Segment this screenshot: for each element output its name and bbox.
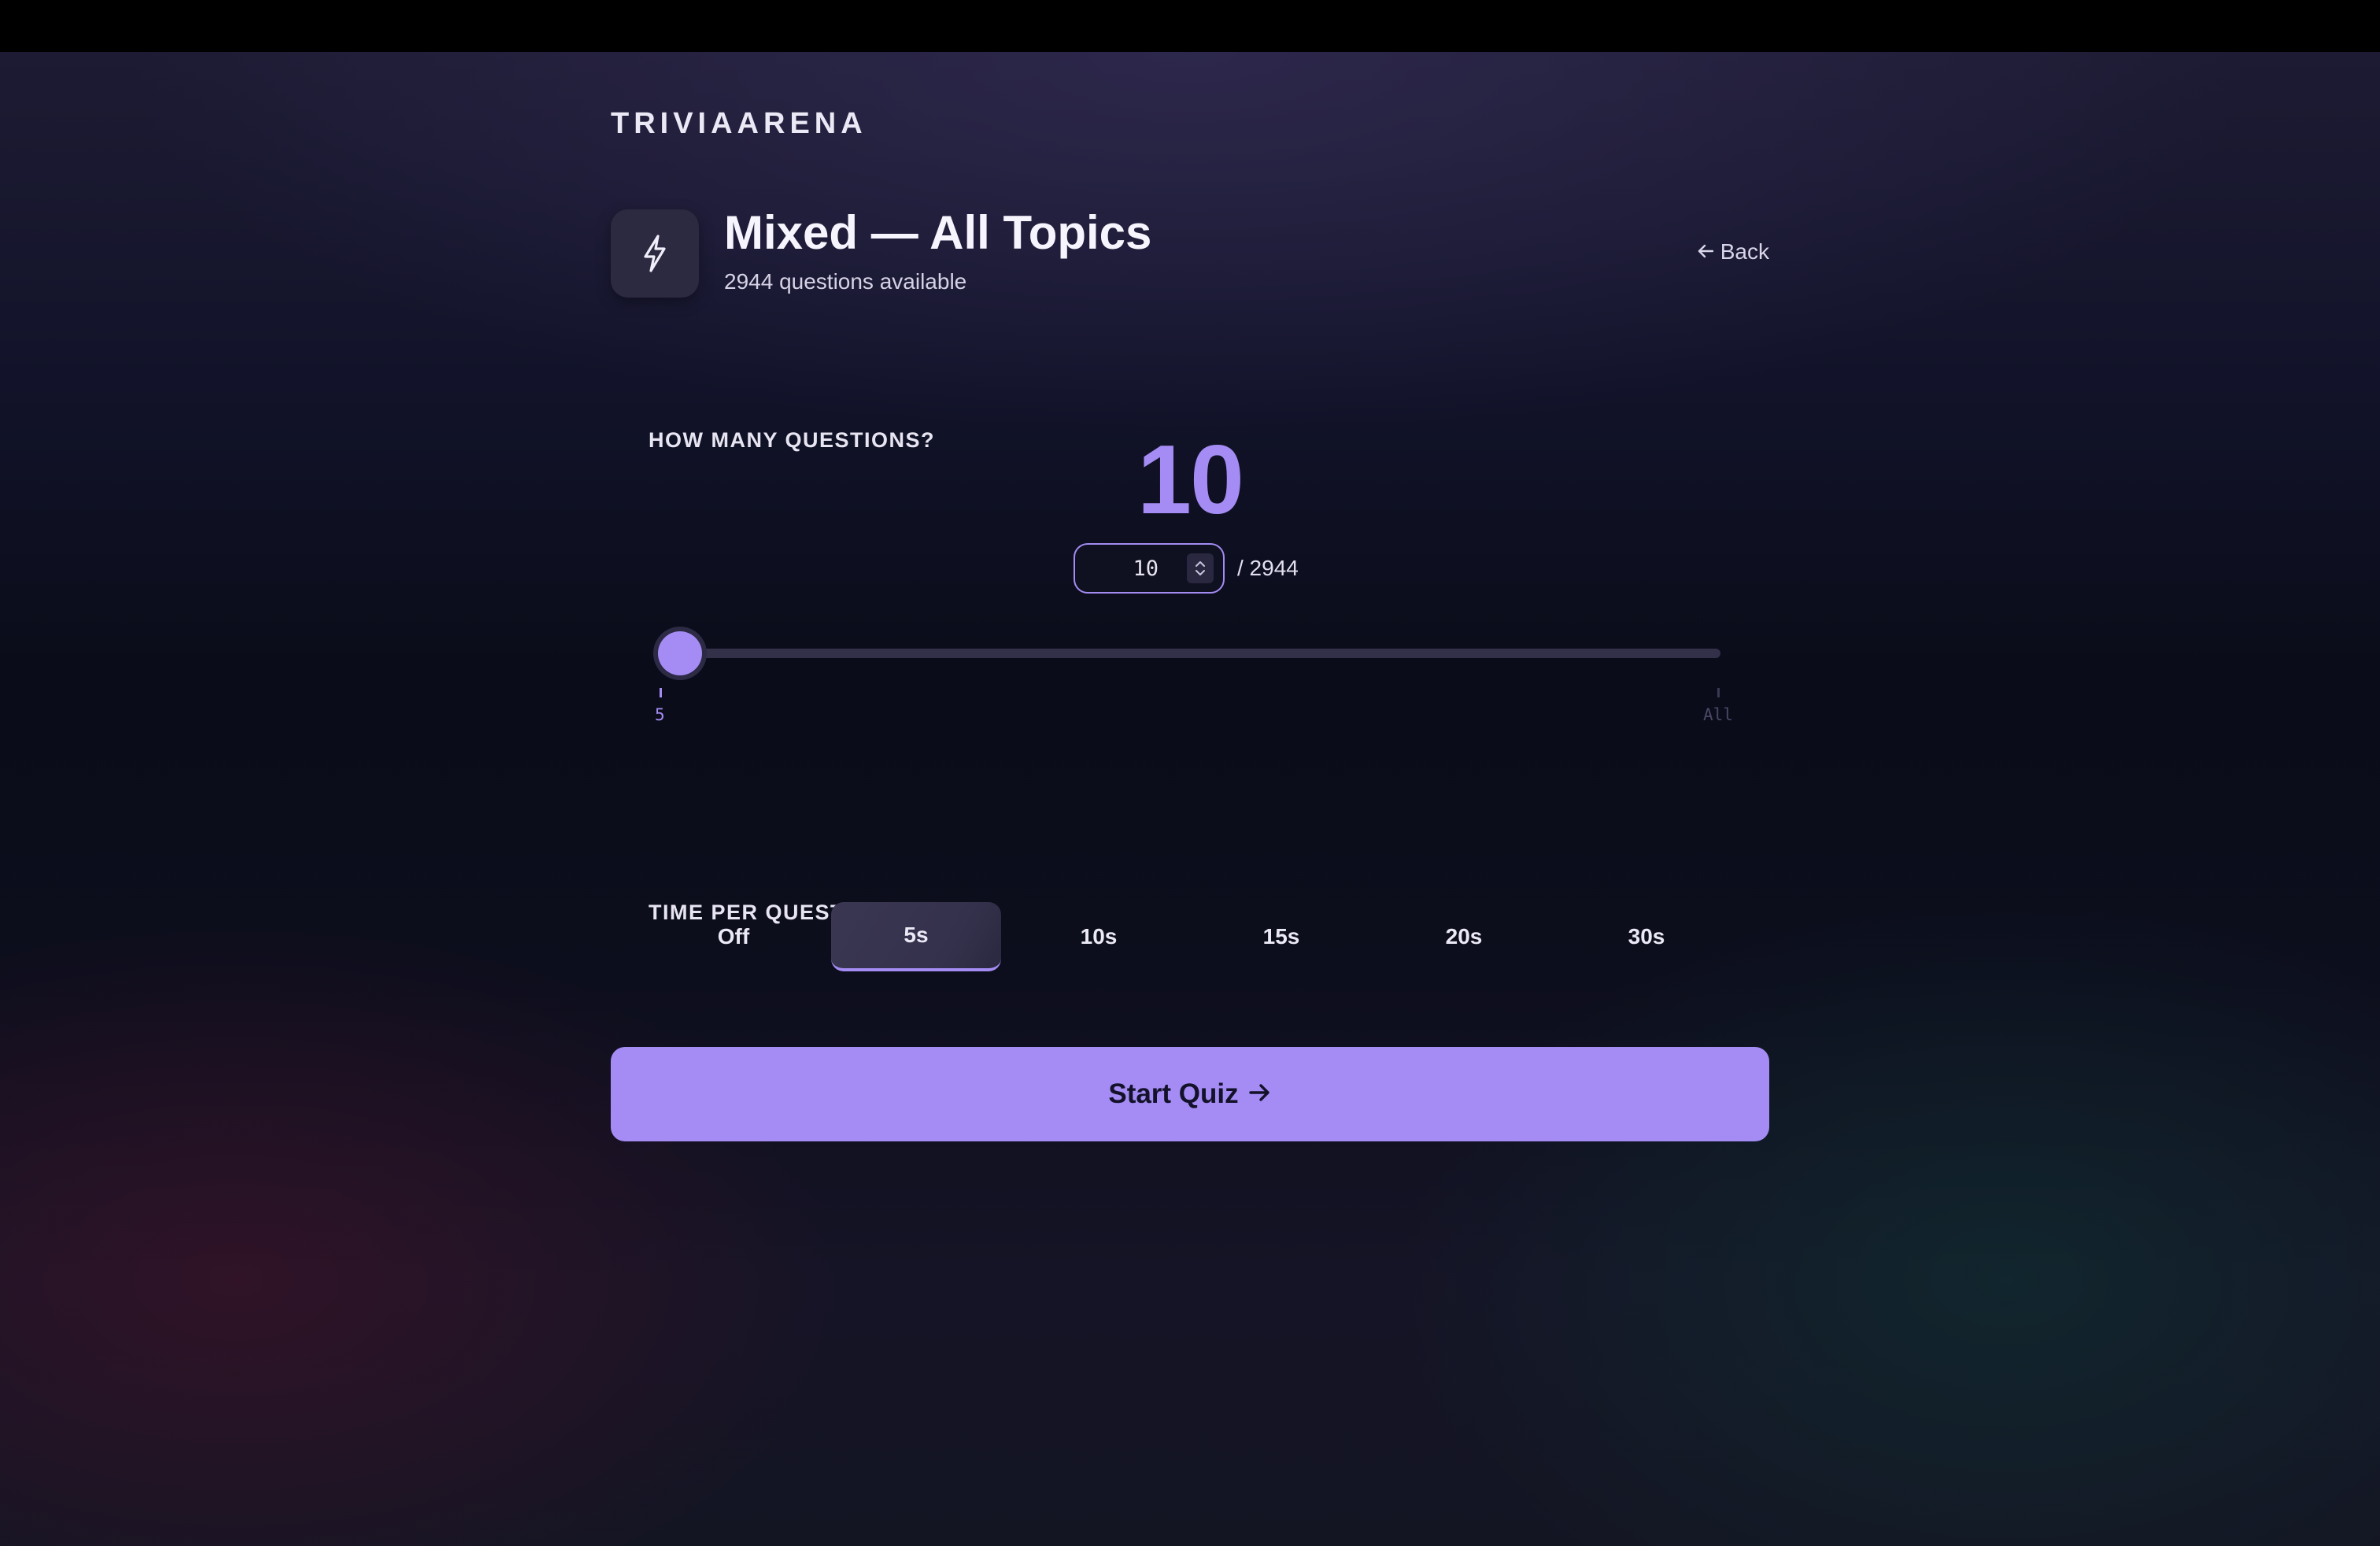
arrow-right-icon	[1248, 1078, 1272, 1110]
time-option-5s[interactable]: 5s	[831, 902, 1001, 971]
question-count-slider-thumb[interactable]	[658, 631, 703, 675]
time-option-15s[interactable]: 15s	[1196, 902, 1366, 971]
question-count-input-row: 10 / 2944	[1074, 542, 1299, 595]
question-count-input-value: 10	[1133, 556, 1159, 581]
time-option-10s[interactable]: 10s	[1014, 902, 1184, 971]
slider-max-label: All	[1703, 705, 1733, 724]
top-bar	[0, 0, 2380, 52]
slider-min-label: 5	[655, 705, 665, 724]
category-title: Mixed — All Topics	[724, 206, 1152, 259]
question-count-slider-track[interactable]	[660, 649, 1720, 658]
slider-min-tick	[660, 688, 662, 697]
brand-logo[interactable]: TRIVIAARENA	[611, 107, 867, 141]
question-count-display: 10	[1137, 426, 1244, 534]
question-availability: 2944 questions available	[724, 269, 967, 294]
time-option-20s[interactable]: 20s	[1379, 902, 1549, 971]
time-option-off[interactable]: Off	[649, 902, 819, 971]
chevron-down-icon[interactable]	[1194, 569, 1207, 577]
arrow-left-icon	[1697, 239, 1714, 264]
chevron-up-icon[interactable]	[1194, 560, 1207, 568]
question-total-label: / 2944	[1237, 556, 1299, 580]
time-per-question-options: Off 5s 10s 15s 20s 30s	[649, 902, 1746, 971]
question-count-input[interactable]: 10	[1074, 543, 1225, 594]
time-option-30s[interactable]: 30s	[1561, 902, 1731, 971]
start-quiz-label: Start Quiz	[1108, 1078, 1239, 1109]
number-stepper[interactable]	[1187, 553, 1214, 583]
slider-max-tick	[1717, 688, 1720, 697]
quiz-setup-page: TRIVIAARENA Mixed — All Topics 2944 ques…	[0, 52, 2380, 1546]
back-label: Back	[1720, 239, 1769, 264]
back-button[interactable]: Back	[1697, 239, 1769, 264]
lightning-icon	[611, 209, 699, 298]
start-quiz-button[interactable]: Start Quiz	[611, 1047, 1769, 1141]
setup-content: TRIVIAARENA Mixed — All Topics 2944 ques…	[611, 52, 1769, 1311]
